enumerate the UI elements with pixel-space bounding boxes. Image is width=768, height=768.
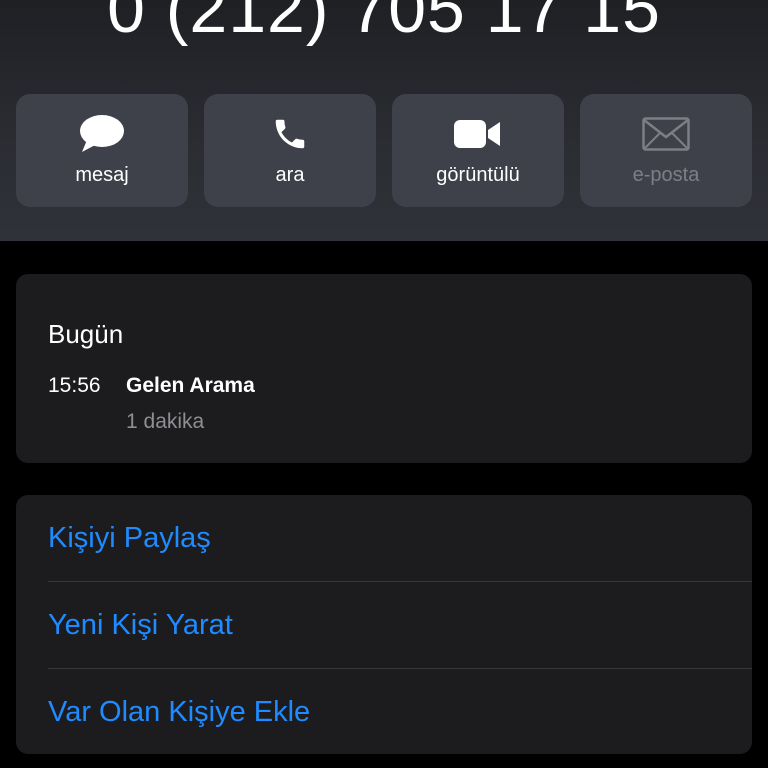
call-duration: 1 dakika [126,410,205,433]
message-label: mesaj [75,164,129,186]
create-new-contact-button[interactable]: Yeni Kişi Yarat [48,582,752,668]
share-contact-button[interactable]: Kişiyi Paylaş [48,495,752,581]
video-call-label: görüntülü [436,164,520,186]
video-call-button[interactable]: görüntülü [392,94,564,207]
call-label: ara [275,164,305,186]
call-type: Gelen Arama [126,374,255,397]
contact-actions-card: Kişiyi Paylaş Yeni Kişi Yarat Var Olan K… [16,495,752,754]
email-button[interactable]: e-posta [580,94,752,207]
phone-number: 0 (212) 705 17 15 [107,0,661,47]
message-button[interactable]: mesaj [16,94,188,207]
envelope-icon [580,112,752,156]
contact-header: 0 (212) 705 17 15 mesaj ara görüntülü e-… [0,0,768,241]
call-button[interactable]: ara [204,94,376,207]
message-bubble-icon [16,112,188,156]
phone-icon [204,112,376,156]
video-camera-icon [392,112,564,156]
email-label: e-posta [632,164,700,186]
call-history-card: Bugün 15:56 Gelen Arama 1 dakika [16,274,752,463]
history-date-heading: Bugün [48,319,124,349]
call-time: 15:56 [48,374,101,397]
add-to-existing-contact-button[interactable]: Var Olan Kişiye Ekle [48,669,752,755]
